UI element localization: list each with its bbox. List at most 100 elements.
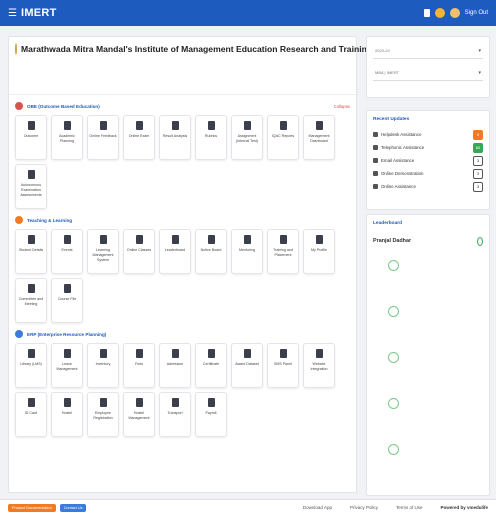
tile-library[interactable]: Library (LMS) bbox=[15, 343, 47, 388]
certificate-icon bbox=[207, 349, 215, 358]
assignment-icon bbox=[243, 121, 251, 130]
committee-icon bbox=[27, 284, 35, 293]
tile-training-placement[interactable]: Training and Placement bbox=[267, 229, 299, 274]
tile-award-dataset[interactable]: Award Dataset bbox=[231, 343, 263, 388]
phone-icon bbox=[373, 145, 378, 150]
update-telephonic[interactable]: Telephonic Assistance 60 bbox=[373, 141, 483, 154]
tile-my-profile[interactable]: My Profile bbox=[303, 229, 335, 274]
tile-hostel[interactable]: Hostel bbox=[51, 392, 83, 437]
leaderboard-entry bbox=[373, 398, 483, 434]
demo-icon bbox=[373, 171, 378, 176]
topbar-right: Sign Out bbox=[423, 8, 488, 18]
tile-management-dashboard[interactable]: Management Dashboard bbox=[303, 115, 335, 160]
leaderboard-top-name: Pranjal Dadhar bbox=[373, 238, 412, 244]
section-teaching-learning: Teaching & Learning Student Details Even… bbox=[9, 209, 356, 323]
tile-course-file[interactable]: Course File bbox=[51, 278, 83, 323]
leave-icon bbox=[63, 349, 71, 358]
rank-circle-icon bbox=[387, 306, 399, 317]
tile-online-classes[interactable]: Online Classes bbox=[123, 229, 155, 274]
placement-icon bbox=[279, 235, 287, 244]
tile-employee-registration[interactable]: Employee Registration bbox=[87, 392, 119, 437]
profile-icon bbox=[315, 235, 323, 244]
update-helpdesk[interactable]: Helpdesk Assistance 0 bbox=[373, 128, 483, 141]
id-card-icon bbox=[27, 398, 35, 407]
update-email[interactable]: Email Assistance 3 bbox=[373, 154, 483, 167]
course-file-icon bbox=[63, 284, 71, 293]
tile-rubrics[interactable]: Rubrics bbox=[195, 115, 227, 160]
tile-events[interactable]: Events bbox=[51, 229, 83, 274]
count-badge: 3 bbox=[473, 168, 483, 179]
terms-link[interactable]: Terms of Use bbox=[396, 505, 423, 510]
recent-updates-panel: Recent Updates Helpdesk Assistance 0 Tele… bbox=[366, 110, 490, 210]
tile-online-exam[interactable]: Online Exam bbox=[123, 115, 155, 160]
tile-result-analysis[interactable]: Result Analysis bbox=[159, 115, 191, 160]
tile-admission[interactable]: Admission bbox=[159, 343, 191, 388]
powered-by: Powered by vmedulife bbox=[440, 505, 488, 510]
tile-transport[interactable]: Transport bbox=[159, 392, 191, 437]
privacy-link[interactable]: Privacy Policy bbox=[350, 505, 378, 510]
leaderboard-entry bbox=[373, 352, 483, 388]
institute-header: Marathwada Mitra Mandal's Institute of M… bbox=[9, 37, 433, 95]
collapse-button[interactable]: Collapse bbox=[334, 104, 350, 109]
section-title: ERP (Enterprise Resource Planning) bbox=[27, 331, 107, 337]
tile-leaderboard[interactable]: Leaderboard bbox=[159, 229, 191, 274]
assistance-icon bbox=[373, 184, 378, 189]
rank-circle-icon bbox=[387, 398, 399, 409]
tile-hostel-management[interactable]: Hostel Management bbox=[123, 392, 155, 437]
tile-student-details[interactable]: Student Details bbox=[15, 229, 47, 274]
tile-fees[interactable]: Fees bbox=[123, 343, 155, 388]
rubrics-icon bbox=[207, 121, 215, 130]
hand-icon[interactable] bbox=[449, 8, 460, 18]
tile-notice-board[interactable]: Notice Board bbox=[195, 229, 227, 274]
product-docs-button[interactable]: Product Documentation bbox=[8, 503, 56, 512]
download-app-link[interactable]: Download App bbox=[303, 505, 332, 510]
tile-assignment[interactable]: Assignment (Internal Test) bbox=[231, 115, 263, 160]
update-online-demo[interactable]: Online Demonstration 3 bbox=[373, 167, 483, 180]
tile-committee-meeting[interactable]: Committee and Meeting bbox=[15, 278, 47, 323]
tile-outcome[interactable]: Outcome bbox=[15, 115, 47, 160]
hostel-icon bbox=[63, 398, 71, 407]
admission-icon bbox=[171, 349, 179, 358]
rank-circle-icon bbox=[387, 444, 399, 455]
tile-iqac-reports[interactable]: IQAC Reports bbox=[267, 115, 299, 160]
count-badge: 0 bbox=[473, 129, 483, 140]
tile-lms[interactable]: Learning Management System bbox=[87, 229, 119, 274]
chevron-down-icon: ▾ bbox=[478, 69, 481, 76]
user-avatar-icon[interactable] bbox=[434, 8, 445, 18]
tile-academic-planning[interactable]: Academic Planning bbox=[51, 115, 83, 160]
outcome-icon bbox=[27, 121, 35, 130]
employee-icon bbox=[99, 398, 107, 407]
app-brand[interactable]: IMERT bbox=[21, 7, 57, 19]
tile-id-card[interactable]: ID Card bbox=[15, 392, 47, 437]
signout-button[interactable]: Sign Out bbox=[465, 10, 488, 16]
tile-autonomous-examination[interactable]: Autonomous Examination Assessments bbox=[15, 164, 47, 209]
contact-us-button[interactable]: Contact Us bbox=[59, 503, 87, 512]
tile-payroll[interactable]: Payroll bbox=[195, 392, 227, 437]
feedback-icon bbox=[99, 121, 107, 130]
leaderboard-panel: Leaderboard Pranjal Dadhar bbox=[366, 214, 490, 496]
fees-icon bbox=[135, 349, 143, 358]
tile-online-feedback[interactable]: Online Feedback bbox=[87, 115, 119, 160]
institute-logo-icon bbox=[15, 43, 17, 55]
update-online-assistance[interactable]: Online Assistance 3 bbox=[373, 180, 483, 193]
hamburger-menu-icon[interactable]: ☰ bbox=[8, 8, 17, 19]
email-icon bbox=[373, 158, 378, 163]
leaderboard-entry bbox=[373, 260, 483, 296]
tile-website-integration[interactable]: Website Integration bbox=[303, 343, 335, 388]
sms-icon bbox=[279, 349, 287, 358]
tile-leave-management[interactable]: Leave Management bbox=[51, 343, 83, 388]
tile-sms-panel[interactable]: SMS Panel bbox=[267, 343, 299, 388]
lms-icon bbox=[99, 235, 107, 244]
tile-mentoring[interactable]: Mentoring bbox=[231, 229, 263, 274]
tile-inventory[interactable]: Inventory bbox=[87, 343, 119, 388]
transport-icon bbox=[171, 398, 179, 407]
tile-certificate[interactable]: Certificate bbox=[195, 343, 227, 388]
program-select[interactable]: MBA | IMERT ▾ bbox=[373, 65, 483, 81]
leaderboard-entry bbox=[373, 444, 483, 480]
year-select[interactable]: 2023-24 ▾ bbox=[373, 43, 483, 59]
rank-circle-icon bbox=[387, 260, 399, 271]
leaf-icon bbox=[477, 236, 483, 246]
chevron-down-icon: ▾ bbox=[478, 47, 481, 54]
document-icon[interactable] bbox=[423, 9, 430, 17]
student-icon bbox=[27, 235, 35, 244]
